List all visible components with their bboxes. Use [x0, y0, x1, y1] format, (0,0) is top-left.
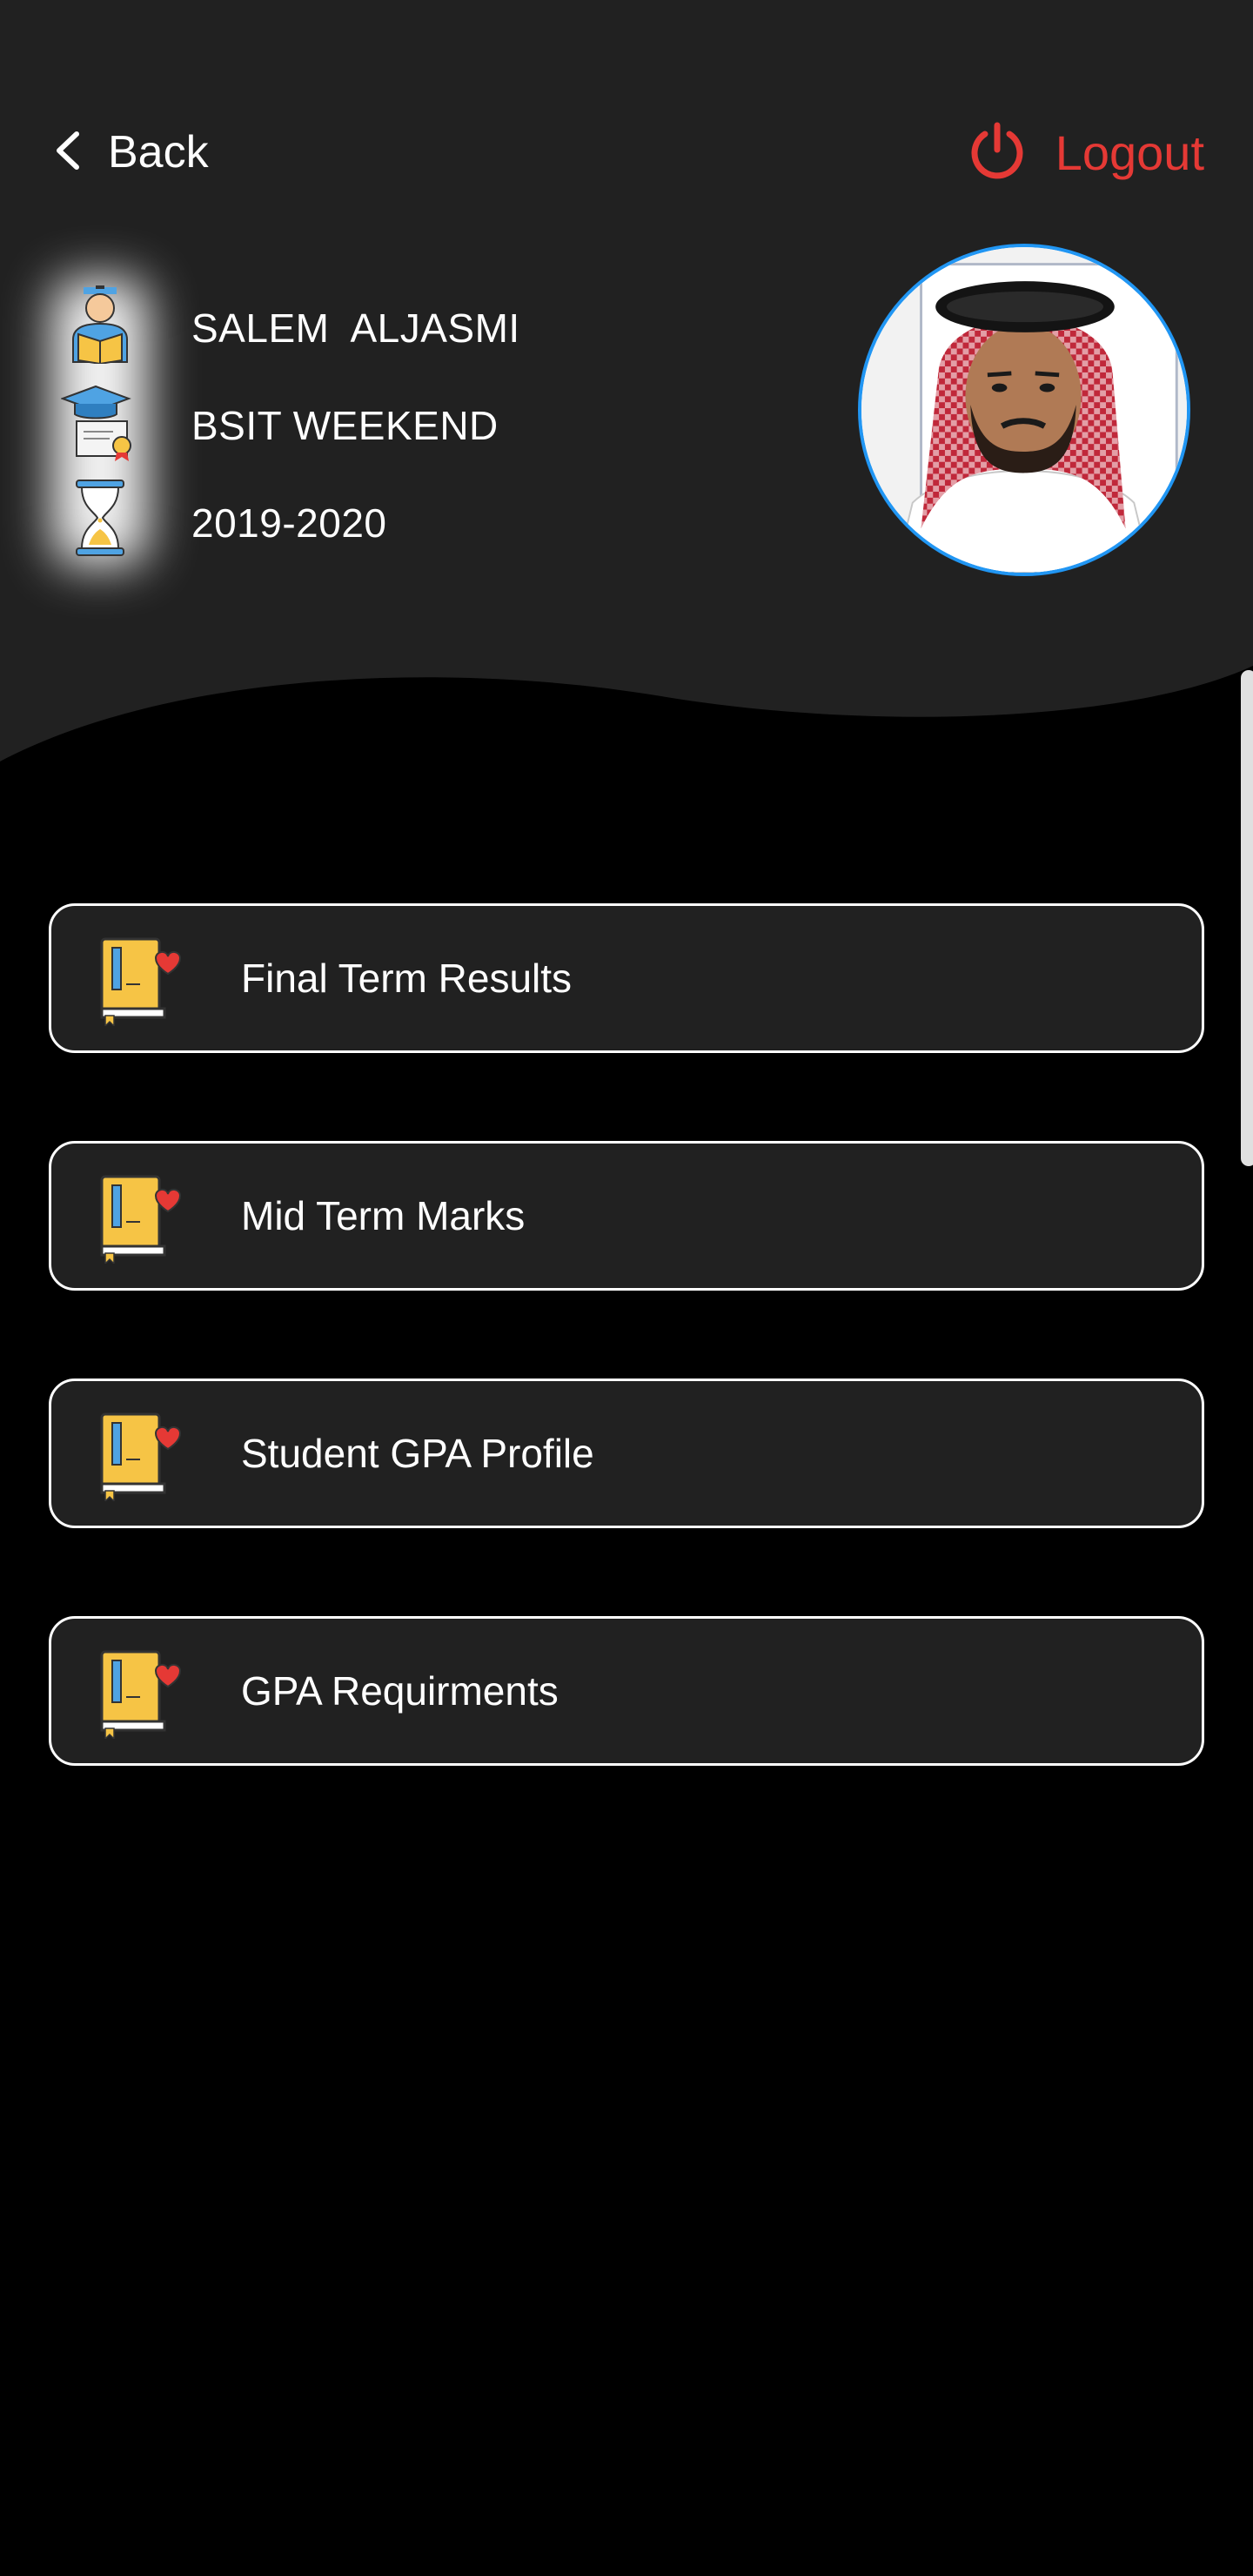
menu-item-student-gpa-profile[interactable]: Student GPA Profile [49, 1379, 1204, 1528]
power-icon [968, 122, 1026, 184]
back-button[interactable]: Back [50, 113, 209, 191]
edge-panel-handle[interactable] [1241, 670, 1253, 1166]
hourglass-icon [61, 479, 139, 557]
menu-item-label: Mid Term Marks [241, 1193, 526, 1238]
diploma-icon [60, 383, 139, 461]
menu-item-label: Final Term Results [241, 956, 573, 1001]
back-label: Back [108, 127, 209, 178]
menu-item-mid-term-marks[interactable]: Mid Term Marks [49, 1141, 1204, 1291]
profile-photo [858, 244, 1190, 576]
book-heart-icon [95, 930, 182, 1028]
logout-button[interactable]: Logout [968, 113, 1204, 191]
book-heart-icon [95, 1405, 182, 1503]
top-bar: Back Logout [0, 113, 1253, 191]
student-info-icons [44, 270, 157, 574]
menu-item-label: GPA Requirments [241, 1668, 559, 1714]
logout-label: Logout [1055, 124, 1204, 180]
book-heart-icon [95, 1168, 182, 1265]
book-heart-icon [95, 1643, 182, 1741]
academic-year: 2019-2020 [191, 500, 387, 546]
chevron-left-icon [50, 129, 85, 177]
student-icon [61, 285, 139, 366]
menu-item-final-term-results[interactable]: Final Term Results [49, 903, 1204, 1053]
student-program: BSIT WEEKEND [191, 403, 499, 448]
menu-item-label: Student GPA Profile [241, 1431, 594, 1476]
menu-item-gpa-requirements[interactable]: GPA Requirments [49, 1616, 1204, 1766]
student-name: SALEM ALJASMI [191, 305, 520, 351]
